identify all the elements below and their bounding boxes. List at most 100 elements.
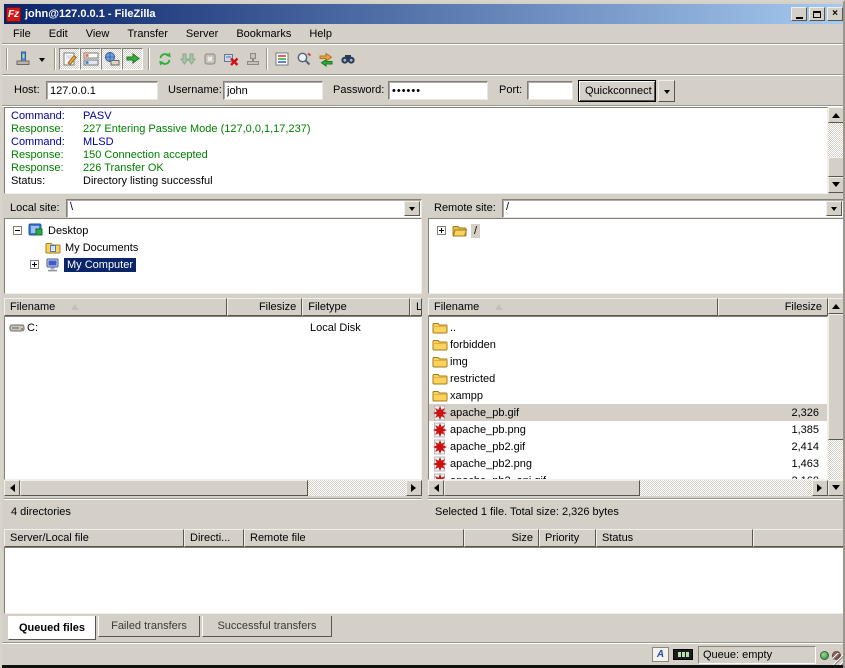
menu-bookmarks[interactable]: Bookmarks bbox=[227, 25, 300, 43]
site-manager-dropdown-button[interactable] bbox=[35, 48, 49, 70]
tree-item-my-documents[interactable]: My Documents bbox=[45, 239, 138, 256]
port-input[interactable] bbox=[527, 81, 573, 100]
remote-hscrollbar[interactable] bbox=[428, 480, 828, 497]
scroll-down-button[interactable] bbox=[828, 480, 844, 496]
column-last-modified[interactable]: L bbox=[410, 298, 422, 316]
find-files-button[interactable] bbox=[337, 48, 358, 70]
file-row[interactable]: apache_pb2_ani.gif 2,160 bbox=[429, 472, 828, 480]
remote-tree[interactable]: / bbox=[428, 218, 844, 294]
column-filename[interactable]: Filename bbox=[428, 298, 718, 316]
column-status[interactable]: Status bbox=[596, 529, 753, 547]
message-log[interactable]: Command:PASV Response:227 Entering Passi… bbox=[4, 107, 828, 194]
scrollbar-thumb[interactable] bbox=[444, 480, 640, 496]
close-button[interactable]: × bbox=[827, 7, 843, 21]
scroll-right-button[interactable] bbox=[406, 480, 422, 496]
column-direction[interactable]: Directi... bbox=[184, 529, 244, 547]
scrollbar-track[interactable] bbox=[308, 480, 406, 496]
speed-limit-indicator-icon[interactable] bbox=[673, 649, 693, 660]
quickconnect-button[interactable]: Quickconnect bbox=[578, 80, 656, 102]
scroll-left-button[interactable] bbox=[4, 480, 20, 496]
column-size[interactable]: Size bbox=[464, 529, 539, 547]
file-row[interactable]: forbidden bbox=[429, 336, 828, 353]
maximize-button[interactable] bbox=[809, 7, 825, 21]
toggle-remote-tree-button[interactable] bbox=[101, 48, 122, 70]
quickconnect-dropdown-button[interactable] bbox=[658, 80, 675, 102]
scrollbar-thumb[interactable] bbox=[828, 157, 844, 177]
directory-comparison-button[interactable] bbox=[293, 48, 314, 70]
scroll-down-button[interactable] bbox=[828, 177, 844, 193]
tab-queued-files[interactable]: Queued files bbox=[8, 616, 96, 640]
filezilla-app-icon[interactable]: Fz bbox=[6, 7, 21, 22]
site-manager-button[interactable] bbox=[11, 48, 35, 70]
local-hscrollbar[interactable] bbox=[4, 480, 422, 497]
tree-item-desktop[interactable]: Desktop bbox=[13, 222, 88, 239]
tree-item-root[interactable]: / bbox=[437, 222, 480, 239]
file-row[interactable]: xampp bbox=[429, 387, 828, 404]
tab-failed-transfers[interactable]: Failed transfers bbox=[98, 616, 200, 637]
local-site-dropdown-button[interactable] bbox=[404, 201, 420, 216]
toggle-queue-button[interactable] bbox=[122, 48, 143, 70]
host-input[interactable] bbox=[46, 81, 158, 100]
column-filesize[interactable]: Filesize bbox=[227, 298, 302, 316]
collapse-icon[interactable] bbox=[13, 226, 22, 235]
remote-site-dropdown-button[interactable] bbox=[826, 201, 842, 216]
queue-list[interactable] bbox=[4, 547, 844, 614]
scrollbar-track[interactable] bbox=[828, 440, 844, 480]
local-file-list[interactable]: C: Local Disk bbox=[4, 316, 422, 480]
menu-view[interactable]: View bbox=[77, 25, 119, 43]
file-row-c-drive[interactable]: C: Local Disk bbox=[5, 319, 422, 336]
column-filename[interactable]: Filename bbox=[4, 298, 227, 316]
disconnect-button[interactable] bbox=[220, 48, 241, 70]
scrollbar-thumb[interactable] bbox=[20, 480, 308, 496]
synchronized-browsing-button[interactable] bbox=[315, 48, 336, 70]
minimize-button[interactable] bbox=[791, 7, 807, 21]
expand-icon[interactable] bbox=[437, 226, 446, 235]
column-server-local-file[interactable]: Server/Local file bbox=[4, 529, 184, 547]
tree-item-my-computer[interactable]: My Computer bbox=[30, 256, 136, 273]
filter-button[interactable] bbox=[271, 48, 292, 70]
scroll-right-button[interactable] bbox=[812, 480, 828, 496]
tab-successful-transfers[interactable]: Successful transfers bbox=[202, 616, 332, 637]
expand-icon[interactable] bbox=[30, 260, 39, 269]
scroll-up-button[interactable] bbox=[828, 298, 844, 314]
column-priority[interactable]: Priority bbox=[539, 529, 596, 547]
scrollbar-track[interactable] bbox=[828, 123, 844, 157]
scroll-left-button[interactable] bbox=[428, 480, 444, 496]
title-bar[interactable]: Fz john@127.0.0.1 - FileZilla × bbox=[4, 4, 845, 24]
scrollbar-thumb[interactable] bbox=[828, 314, 844, 440]
refresh-button[interactable] bbox=[154, 48, 175, 70]
local-tree[interactable]: Desktop My Documents My Computer bbox=[4, 218, 422, 294]
file-row[interactable]: .. bbox=[429, 319, 828, 336]
menu-transfer[interactable]: Transfer bbox=[118, 25, 177, 43]
toggle-message-log-button[interactable] bbox=[59, 48, 80, 70]
column-remote-file[interactable]: Remote file bbox=[244, 529, 464, 547]
username-input[interactable] bbox=[223, 81, 323, 100]
file-row[interactable]: img bbox=[429, 353, 828, 370]
log-scrollbar[interactable] bbox=[828, 107, 844, 194]
ascii-datatype-icon[interactable]: A bbox=[652, 647, 669, 662]
column-filesize[interactable]: Filesize bbox=[718, 298, 828, 316]
file-row[interactable]: apache_pb.png 1,385 bbox=[429, 421, 828, 438]
column-filetype[interactable]: Filetype bbox=[302, 298, 410, 316]
file-row-selected[interactable]: apache_pb.gif 2,326 bbox=[429, 404, 828, 421]
reconnect-button[interactable] bbox=[242, 48, 263, 70]
tab-label: Successful transfers bbox=[217, 620, 316, 632]
menu-help[interactable]: Help bbox=[300, 25, 341, 43]
scrollbar-track[interactable] bbox=[640, 480, 812, 496]
local-site-combobox[interactable]: \ bbox=[66, 199, 422, 218]
toggle-local-tree-button[interactable] bbox=[80, 48, 101, 70]
remote-vscrollbar[interactable] bbox=[828, 298, 844, 497]
cancel-button[interactable] bbox=[199, 48, 220, 70]
menu-file[interactable]: File bbox=[4, 25, 40, 43]
menu-edit[interactable]: Edit bbox=[40, 25, 77, 43]
remote-site-combobox[interactable]: / bbox=[502, 199, 844, 218]
toolbar-grip[interactable] bbox=[6, 48, 8, 70]
menu-server[interactable]: Server bbox=[177, 25, 227, 43]
scroll-up-button[interactable] bbox=[828, 107, 844, 123]
password-input[interactable] bbox=[388, 81, 488, 100]
file-row[interactable]: apache_pb2.gif 2,414 bbox=[429, 438, 828, 455]
remote-file-list[interactable]: .. forbidden img restricted xampp apache… bbox=[428, 316, 828, 480]
file-row[interactable]: restricted bbox=[429, 370, 828, 387]
process-queue-button[interactable] bbox=[177, 48, 198, 70]
file-row[interactable]: apache_pb2.png 1,463 bbox=[429, 455, 828, 472]
